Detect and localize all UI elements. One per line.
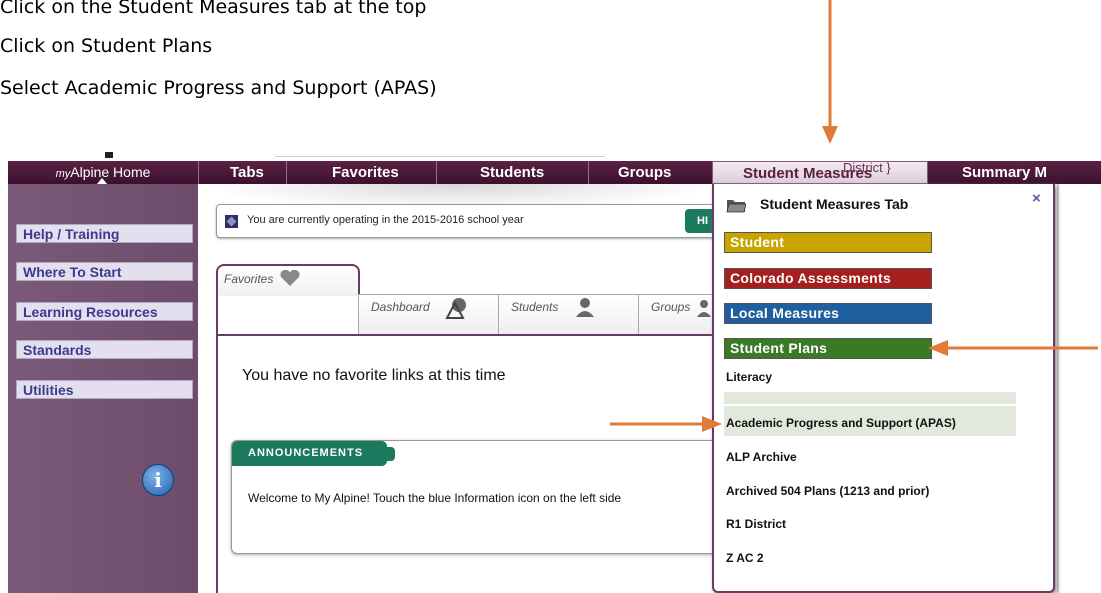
home-prefix: my: [55, 168, 71, 180]
panel-border: [216, 334, 716, 336]
browser-edge: [0, 152, 1101, 161]
left-sidebar: Help / Training Where To Start Learning …: [8, 184, 198, 593]
instruction-line-3: Select Academic Progress and Support (AP…: [0, 77, 437, 99]
category-student-plans[interactable]: Student Plans: [724, 338, 932, 359]
tab-favorites[interactable]: Favorites: [216, 264, 360, 296]
sidebar-item-learning-resources[interactable]: Learning Resources: [16, 302, 193, 321]
school-year-text: You are currently operating in the 2015-…: [247, 214, 524, 226]
person-icon: [576, 298, 594, 317]
dropdown-title: Student Measures Tab: [760, 196, 909, 212]
menu-item-r1-district[interactable]: R1 District: [726, 517, 786, 531]
sidebar-item-utilities[interactable]: Utilities: [16, 380, 193, 399]
nav-tab-tabs[interactable]: Tabs: [230, 161, 264, 184]
right-edge: [1057, 184, 1101, 593]
district-overlay-text: District }: [843, 160, 891, 175]
tab-groups-label: Groups: [651, 300, 691, 314]
school-year-notice: You are currently operating in the 2015-…: [216, 204, 728, 238]
sidebar-item-where-to-start[interactable]: Where To Start: [16, 262, 193, 281]
menu-item-archived-504[interactable]: Archived 504 Plans (1213 and prior): [726, 484, 929, 498]
tab-students[interactable]: Students: [498, 294, 640, 335]
announcements-panel: ANNOUNCEMENTS Welcome to My Alpine! Touc…: [231, 440, 728, 554]
sidebar-item-standards[interactable]: Standards: [16, 340, 193, 359]
close-icon[interactable]: ×: [1032, 190, 1041, 207]
sidebar-item-help-training[interactable]: Help / Training: [16, 224, 193, 243]
menu-item-z-ac-2[interactable]: Z AC 2: [726, 551, 764, 565]
instruction-line-1: Click on the Student Measures tab at the…: [0, 0, 427, 18]
nav-tab-summary[interactable]: Summary M: [962, 161, 1047, 184]
student-measures-dropdown: Student Measures Tab × Student Colorado …: [712, 184, 1055, 593]
group-icon: [697, 300, 711, 317]
tab-dashboard-label: Dashboard: [371, 300, 430, 314]
app-screenshot: myAlpine Home Tabs Favorites Students Gr…: [0, 152, 1101, 593]
notice-icon: [225, 215, 238, 228]
nav-tab-student-measures[interactable]: Student Measures District }: [712, 160, 928, 184]
panel-border: [216, 334, 218, 593]
nav-tab-students[interactable]: Students: [480, 161, 544, 184]
announcements-header: ANNOUNCEMENTS: [232, 441, 395, 466]
nav-tab-groups[interactable]: Groups: [618, 161, 671, 184]
nav-divider: [436, 161, 437, 184]
nav-tab-favorites[interactable]: Favorites: [332, 161, 399, 184]
panel-border: [216, 292, 218, 336]
tab-groups[interactable]: Groups: [638, 294, 720, 335]
no-favorites-text: You have no favorite links at this time: [242, 367, 506, 384]
menu-item-apas[interactable]: Academic Progress and Support (APAS): [726, 416, 956, 430]
tab-favorites-label: Favorites: [224, 272, 274, 286]
info-icon[interactable]: i: [142, 464, 174, 496]
home-label: Alpine Home: [70, 164, 151, 180]
nav-divider: [588, 161, 589, 184]
instruction-line-2: Click on Student Plans: [0, 35, 213, 57]
nav-divider: [286, 161, 287, 184]
category-local-measures[interactable]: Local Measures: [724, 303, 932, 324]
tab-dashboard[interactable]: Dashboard: [358, 294, 500, 335]
menu-item-alp-archive[interactable]: ALP Archive: [726, 450, 797, 464]
tab-students-label: Students: [511, 300, 559, 314]
category-colorado-assessments[interactable]: Colorado Assessments: [724, 268, 932, 289]
category-student[interactable]: Student: [724, 232, 932, 253]
right-arrow-annotation: [610, 416, 722, 432]
heart-icon: [280, 270, 300, 286]
folder-icon: [726, 200, 746, 213]
dashboard-icon: [445, 298, 466, 319]
announcement-message: Welcome to My Alpine! Touch the blue Inf…: [248, 491, 622, 505]
top-nav-bar: myAlpine Home Tabs Favorites Students Gr…: [8, 160, 1101, 185]
nav-divider: [198, 161, 199, 184]
menu-separator: [724, 392, 1016, 404]
left-arrow-annotation: [928, 340, 1098, 356]
menu-item-literacy[interactable]: Literacy: [726, 370, 772, 384]
my-alpine-home-link[interactable]: myAlpine Home: [8, 161, 198, 185]
down-arrow-annotation: [822, 0, 838, 144]
